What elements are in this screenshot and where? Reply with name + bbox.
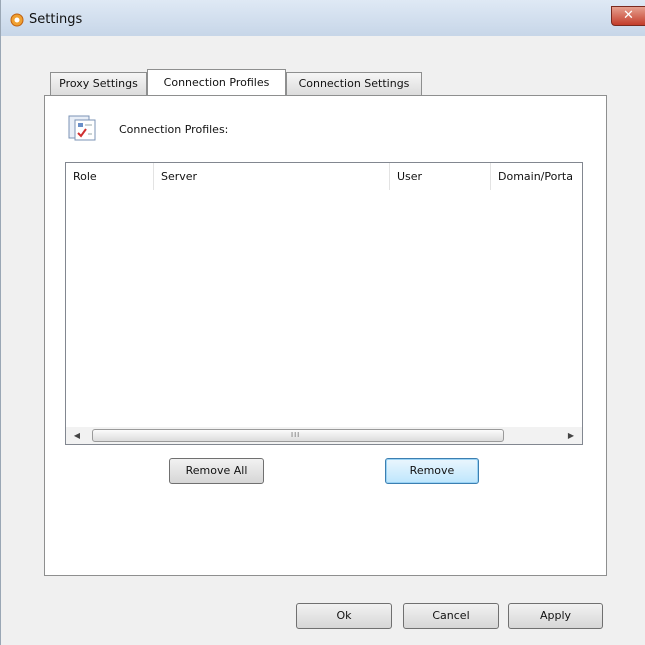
column-header-domain-port[interactable]: Domain/Porta [491, 163, 582, 190]
profiles-list-body[interactable] [66, 190, 582, 416]
app-icon [10, 13, 24, 27]
scroll-thumb[interactable]: III [92, 429, 504, 442]
connection-profiles-label: Connection Profiles: [119, 123, 229, 136]
column-header-user[interactable]: User [390, 163, 491, 190]
tab-label: Proxy Settings [59, 77, 138, 90]
title-bar[interactable]: Settings ✕ [1, 0, 645, 36]
remove-button[interactable]: Remove [385, 458, 479, 484]
close-button[interactable]: ✕ [611, 6, 645, 26]
column-header-server[interactable]: Server [154, 163, 390, 190]
settings-window: Settings ✕ Proxy Settings Connection Pro… [0, 0, 645, 645]
tab-proxy-settings[interactable]: Proxy Settings [50, 72, 147, 95]
column-header-role[interactable]: Role [66, 163, 154, 190]
connection-profiles-panel: Connection Profiles: Role Server User Do… [44, 95, 607, 576]
scroll-grip-icon: III [291, 431, 301, 439]
window-title: Settings [29, 12, 83, 27]
close-icon: ✕ [623, 8, 634, 23]
profiles-list[interactable]: Role Server User Domain/Porta ◀ III ▶ [65, 162, 583, 445]
horizontal-scrollbar[interactable]: ◀ III ▶ [66, 427, 582, 444]
apply-button[interactable]: Apply [508, 603, 603, 629]
tab-label: Connection Profiles [163, 76, 270, 89]
tab-label: Connection Settings [298, 77, 410, 90]
scroll-left-icon[interactable]: ◀ [69, 427, 85, 444]
remove-all-button[interactable]: Remove All [169, 458, 264, 484]
tab-connection-settings[interactable]: Connection Settings [286, 72, 422, 95]
scroll-right-icon[interactable]: ▶ [563, 427, 579, 444]
ok-button[interactable]: Ok [296, 603, 392, 629]
connection-profiles-icon [68, 115, 96, 141]
tab-connection-profiles[interactable]: Connection Profiles [147, 69, 286, 95]
cancel-button[interactable]: Cancel [403, 603, 499, 629]
